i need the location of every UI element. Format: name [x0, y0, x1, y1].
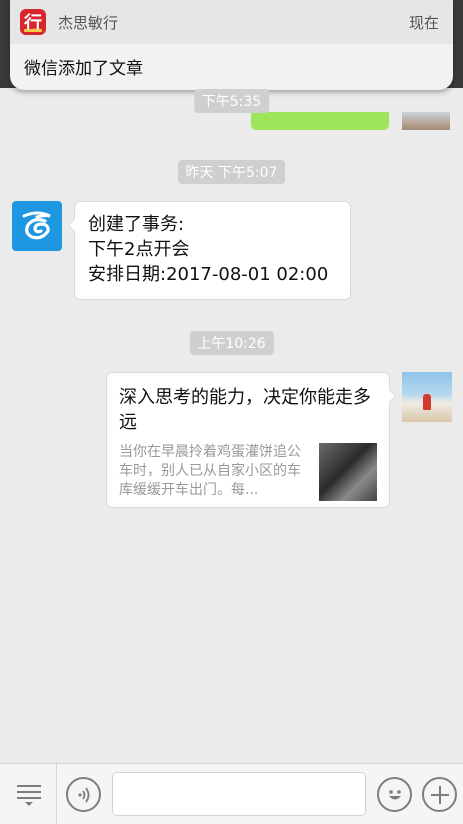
sent-message-bubble[interactable]	[251, 112, 389, 130]
article-message-card[interactable]: 深入思考的能力，决定你能走多远 当你在早晨拎着鸡蛋灌饼追公车时，别人已从自家小区…	[106, 372, 396, 508]
user-avatar[interactable]	[402, 372, 452, 422]
article-thumbnail	[319, 443, 377, 501]
app-icon-glyph: 行	[24, 13, 42, 34]
timestamp: 昨天 下午5:07	[177, 160, 286, 184]
notification-header: 行 杰思敏行 现在	[10, 0, 453, 44]
message-input[interactable]	[112, 772, 366, 816]
timestamp: 上午10:26	[189, 331, 274, 355]
chat-input-bar	[0, 763, 463, 824]
task-message-bubble[interactable]: 创建了事务: 下午2点开会 安排日期:2017-08-01 02:00	[68, 201, 351, 300]
voice-icon	[77, 786, 89, 803]
emoji-button[interactable]	[377, 777, 412, 812]
service-logo-icon	[22, 211, 51, 240]
list-menu-icon[interactable]	[14, 780, 44, 810]
task-line-3: 安排日期:2017-08-01 02:00	[88, 264, 329, 285]
notification-banner[interactable]: 行 杰思敏行 现在 微信添加了文章	[10, 0, 453, 90]
app-icon: 行	[20, 9, 46, 35]
divider	[56, 764, 57, 824]
notification-time: 现在	[408, 13, 439, 32]
timestamp: 下午5:35	[193, 89, 270, 113]
voice-button[interactable]	[66, 777, 101, 812]
plus-icon	[430, 785, 449, 804]
task-line-1: 创建了事务:	[88, 214, 185, 235]
emoji-icon	[388, 789, 401, 799]
service-avatar[interactable]	[12, 201, 62, 251]
chat-screen: 行 杰思敏行 现在 微信添加了文章 下午5:35 昨天 下午5:07 上午10:…	[0, 0, 463, 824]
article-description: 当你在早晨拎着鸡蛋灌饼追公车时，别人已从自家小区的车库缓缓开车出门。每...	[119, 444, 301, 498]
user-avatar[interactable]	[402, 112, 450, 130]
notification-app-name: 杰思敏行	[58, 13, 119, 32]
notification-message: 微信添加了文章	[24, 59, 143, 79]
plus-button[interactable]	[422, 777, 457, 812]
task-line-2: 下午2点开会	[88, 239, 190, 260]
article-content-row: 当你在早晨拎着鸡蛋灌饼追公车时，别人已从自家小区的车库缓缓开车出门。每...	[119, 443, 377, 501]
article-title: 深入思考的能力，决定你能走多远	[119, 387, 371, 433]
